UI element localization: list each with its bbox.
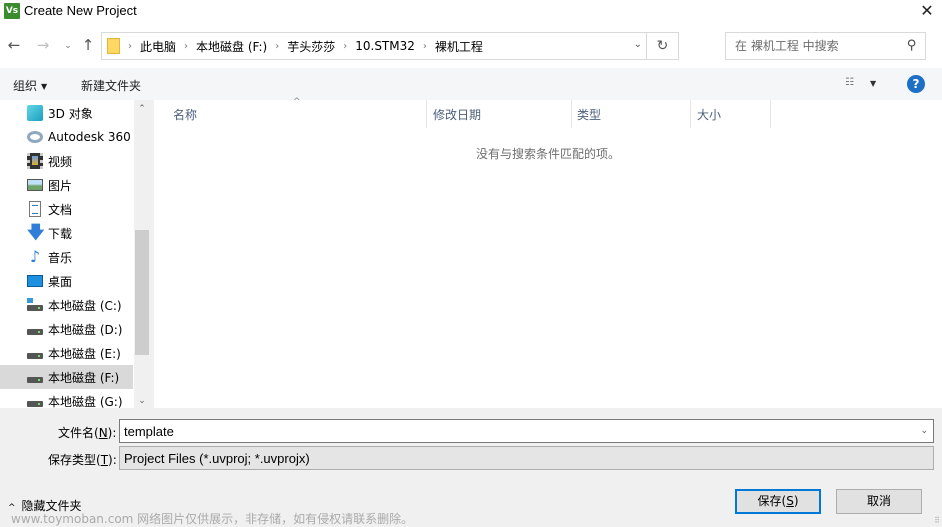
- filetype-select[interactable]: Project Files (*.uvproj; *.uvprojx) ⌄: [119, 446, 934, 470]
- caret-down-icon: ▼: [41, 82, 48, 91]
- folder-icon: [107, 38, 120, 54]
- chevron-right-icon[interactable]: ›: [182, 41, 190, 52]
- chevron-right-icon[interactable]: ›: [421, 41, 429, 52]
- scroll-down-icon[interactable]: ⌄: [134, 396, 150, 406]
- view-options-caret-icon[interactable]: ▼: [870, 79, 876, 88]
- view-options-icon[interactable]: ☷: [845, 77, 861, 89]
- system-drive-icon: [27, 298, 43, 311]
- new-folder-button[interactable]: 新建文件夹: [81, 77, 141, 94]
- sidebar-item-drive-d[interactable]: 本地磁盘 (D:): [0, 317, 133, 341]
- downloads-icon: 🡇: [27, 223, 45, 243]
- drive-icon: [27, 329, 43, 335]
- chevron-down-icon[interactable]: ⌄: [124, 452, 928, 463]
- address-dropdown-icon[interactable]: ⌄: [634, 39, 642, 50]
- sidebar-item-label: 视频: [48, 154, 73, 169]
- command-toolbar: 组织 ▼ 新建文件夹 ☷ ▼ ?: [0, 68, 942, 100]
- refresh-button[interactable]: ↻: [646, 33, 678, 59]
- pictures-icon: [27, 179, 43, 191]
- sidebar-item-videos[interactable]: 视频: [0, 149, 133, 173]
- save-button[interactable]: 保存(S): [735, 489, 821, 514]
- scroll-up-icon[interactable]: ⌃: [134, 104, 150, 114]
- sidebar-item-downloads[interactable]: 🡇 下载: [0, 221, 133, 245]
- desktop-icon: [27, 275, 43, 287]
- recent-locations-button[interactable]: ⌄: [58, 41, 78, 51]
- chevron-right-icon[interactable]: ›: [341, 41, 349, 52]
- column-header-name[interactable]: ^ 名称: [154, 97, 427, 128]
- breadcrumb-current[interactable]: 裸机工程: [429, 38, 489, 55]
- column-header-size[interactable]: 大小: [691, 100, 771, 128]
- sidebar-item-label: 3D 对象: [48, 106, 93, 121]
- organize-label: 组织: [13, 79, 38, 93]
- sidebar-item-label: 文档: [48, 202, 73, 217]
- search-box[interactable]: ⚲: [725, 32, 926, 60]
- sidebar-item-3d-objects[interactable]: 3D 对象: [0, 101, 133, 125]
- scrollbar-thumb[interactable]: [135, 229, 149, 355]
- sidebar-item-label: 本地磁盘 (G:): [48, 394, 123, 409]
- sidebar-item-drive-e[interactable]: 本地磁盘 (E:): [0, 341, 133, 365]
- breadcrumb-folder[interactable]: 芋头莎莎: [281, 38, 341, 55]
- breadcrumb-stm32[interactable]: 10.STM32: [349, 39, 421, 53]
- drive-icon: [27, 377, 43, 383]
- sidebar-item-drive-g[interactable]: 本地磁盘 (G:): [0, 389, 133, 408]
- column-header-label: 名称: [173, 107, 198, 122]
- address-bar[interactable]: › 此电脑 › 本地磁盘 (F:) › 芋头莎莎 › 10.STM32 › 裸机…: [101, 32, 679, 60]
- sidebar-item-documents[interactable]: 文档: [0, 197, 133, 221]
- column-header-date-modified[interactable]: 修改日期: [427, 100, 572, 128]
- sidebar-item-label: 下载: [48, 226, 73, 241]
- filename-combobox[interactable]: ⌄: [119, 419, 934, 443]
- sidebar-item-label: 本地磁盘 (E:): [48, 346, 121, 361]
- video-icon: [27, 153, 43, 169]
- breadcrumb-drive-f[interactable]: 本地磁盘 (F:): [190, 38, 273, 55]
- sidebar-item-label: 本地磁盘 (D:): [48, 322, 123, 337]
- sidebar-item-music[interactable]: ♪ 音乐: [0, 245, 133, 269]
- organize-menu-button[interactable]: 组织 ▼: [13, 77, 47, 94]
- drive-icon: [27, 353, 43, 359]
- sidebar-item-label: 本地磁盘 (F:): [48, 370, 120, 385]
- cloud-icon: [27, 131, 43, 143]
- filename-label: 文件名(N):: [58, 426, 117, 440]
- filetype-label: 保存类型(T):: [48, 453, 117, 467]
- navigation-pane: 3D 对象 Autodesk 360 视频 图片 文档 🡇 下载 ♪ 音乐 桌面…: [0, 100, 150, 408]
- column-header-type[interactable]: 类型: [572, 100, 691, 128]
- sidebar-item-label: 桌面: [48, 274, 73, 289]
- music-icon: ♪: [29, 247, 41, 266]
- sidebar-item-desktop[interactable]: 桌面: [0, 269, 133, 293]
- breadcrumb: › 此电脑 › 本地磁盘 (F:) › 芋头莎莎 › 10.STM32 › 裸机…: [126, 33, 489, 59]
- chevron-right-icon[interactable]: ›: [273, 41, 281, 52]
- window-title: Create New Project: [24, 3, 137, 18]
- back-button[interactable]: ←: [4, 36, 24, 54]
- sort-ascending-icon: ^: [293, 97, 301, 107]
- sidebar-item-label: 本地磁盘 (C:): [48, 298, 122, 313]
- navigation-bar: ← → ⌄ ↑ › 此电脑 › 本地磁盘 (F:) › 芋头莎莎 › 10.ST…: [0, 24, 942, 68]
- help-icon[interactable]: ?: [907, 75, 925, 93]
- empty-folder-message: 没有与搜索条件匹配的项。: [476, 147, 621, 161]
- sidebar-item-drive-c[interactable]: 本地磁盘 (C:): [0, 293, 133, 317]
- sidebar-item-label: 音乐: [48, 250, 73, 265]
- close-button[interactable]: ✕: [912, 0, 942, 24]
- breadcrumb-this-pc[interactable]: 此电脑: [134, 38, 182, 55]
- cancel-button[interactable]: 取消: [836, 489, 922, 514]
- search-icon[interactable]: ⚲: [907, 38, 917, 53]
- forward-button[interactable]: →: [33, 36, 53, 54]
- drive-icon: [27, 401, 43, 407]
- sidebar-item-label: Autodesk 360: [48, 130, 131, 144]
- watermark-text: www.toymoban.com 网络图片仅供展示，非存储，如有侵权请联系删除。: [11, 512, 414, 526]
- file-list: ^ 名称 修改日期 类型 大小 没有与搜索条件匹配的项。: [153, 97, 942, 408]
- resize-grip-icon[interactable]: ⠿: [934, 516, 940, 525]
- up-button[interactable]: ↑: [78, 36, 98, 54]
- chevron-down-icon[interactable]: ⌄: [920, 425, 928, 436]
- documents-icon: [29, 201, 41, 217]
- navigation-pane-scrollbar[interactable]: ⌃ ⌄: [134, 100, 150, 408]
- sidebar-item-pictures[interactable]: 图片: [0, 173, 133, 197]
- title-bar: Vs Create New Project ✕: [0, 0, 942, 24]
- search-input[interactable]: [726, 33, 896, 59]
- chevron-right-icon[interactable]: ›: [126, 41, 134, 52]
- keil-app-icon: Vs: [4, 3, 20, 19]
- filename-input[interactable]: [120, 420, 910, 442]
- sidebar-item-autodesk-360[interactable]: Autodesk 360: [0, 125, 133, 149]
- 3d-objects-icon: [27, 105, 43, 121]
- sidebar-item-label: 图片: [48, 178, 73, 193]
- sidebar-item-drive-f[interactable]: 本地磁盘 (F:): [0, 365, 133, 389]
